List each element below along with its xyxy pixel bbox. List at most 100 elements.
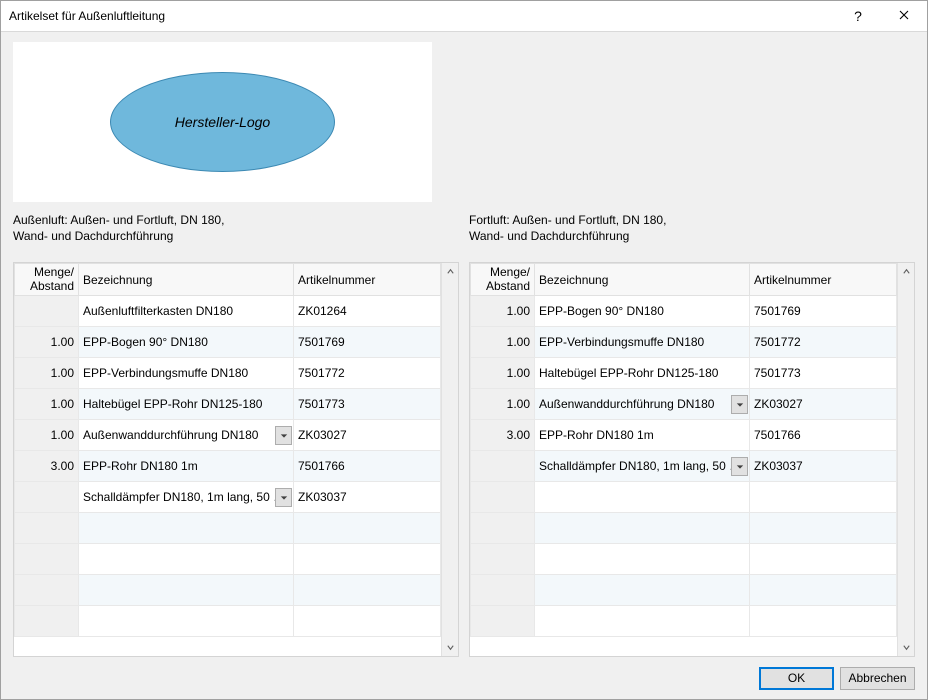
left-grid[interactable]: Menge/ Abstand Bezeichnung Artikelnummer… — [14, 263, 441, 656]
table-row[interactable]: 1.00Haltebügel EPP-Rohr DN125-1807501773 — [471, 358, 897, 389]
cell-menge[interactable] — [15, 606, 79, 637]
table-row[interactable] — [15, 606, 441, 637]
cell-artikelnummer[interactable] — [294, 606, 441, 637]
cell-bezeichnung[interactable]: EPP-Bogen 90° DN180 — [535, 296, 750, 327]
table-row[interactable]: Schalldämpfer DN180, 1m lang, 50 mm ...Z… — [15, 482, 441, 513]
cell-artikelnummer[interactable]: 7501773 — [294, 389, 441, 420]
cell-artikelnummer[interactable]: 7501766 — [750, 420, 897, 451]
cell-menge[interactable]: 1.00 — [15, 358, 79, 389]
table-row[interactable]: 1.00EPP-Bogen 90° DN1807501769 — [15, 327, 441, 358]
cell-menge[interactable]: 1.00 — [471, 296, 535, 327]
cell-bezeichnung[interactable]: EPP-Verbindungsmuffe DN180 — [535, 327, 750, 358]
cell-menge[interactable] — [471, 451, 535, 482]
table-row[interactable]: 3.00EPP-Rohr DN180 1m7501766 — [471, 420, 897, 451]
table-row[interactable] — [15, 575, 441, 606]
cell-artikelnummer[interactable] — [750, 575, 897, 606]
table-row[interactable]: 1.00EPP-Verbindungsmuffe DN1807501772 — [471, 327, 897, 358]
cell-bezeichnung[interactable] — [535, 606, 750, 637]
left-scrollbar[interactable] — [441, 263, 458, 656]
cell-artikelnummer[interactable]: 7501769 — [750, 296, 897, 327]
table-row[interactable]: Schalldämpfer DN180, 1m lang, 50 mm ...Z… — [471, 451, 897, 482]
cell-menge[interactable]: 1.00 — [471, 389, 535, 420]
cell-bezeichnung[interactable] — [79, 575, 294, 606]
cell-artikelnummer[interactable]: 7501769 — [294, 327, 441, 358]
cell-artikelnummer[interactable]: ZK01264 — [294, 296, 441, 327]
cell-bezeichnung[interactable]: Außenluftfilterkasten DN180 — [79, 296, 294, 327]
cell-artikelnummer[interactable] — [750, 544, 897, 575]
table-row[interactable]: 1.00EPP-Bogen 90° DN1807501769 — [471, 296, 897, 327]
cell-menge[interactable] — [15, 482, 79, 513]
table-row[interactable] — [471, 606, 897, 637]
cell-bezeichnung[interactable]: EPP-Verbindungsmuffe DN180 — [79, 358, 294, 389]
cell-bezeichnung[interactable]: Außenwanddurchführung DN180 — [79, 420, 294, 451]
cell-artikelnummer[interactable]: ZK03027 — [294, 420, 441, 451]
cell-menge[interactable]: 1.00 — [471, 358, 535, 389]
table-row[interactable] — [471, 544, 897, 575]
table-row[interactable] — [15, 544, 441, 575]
right-header-art[interactable]: Artikelnummer — [750, 264, 897, 296]
table-row[interactable] — [471, 575, 897, 606]
cell-menge[interactable] — [471, 544, 535, 575]
cell-bezeichnung[interactable] — [79, 606, 294, 637]
scroll-up-button[interactable] — [442, 263, 458, 280]
cell-menge[interactable] — [471, 606, 535, 637]
cell-menge[interactable] — [471, 513, 535, 544]
table-row[interactable] — [471, 482, 897, 513]
cell-artikelnummer[interactable] — [294, 544, 441, 575]
cell-menge[interactable]: 1.00 — [471, 327, 535, 358]
cell-bezeichnung[interactable]: Schalldämpfer DN180, 1m lang, 50 mm ... — [79, 482, 294, 513]
cell-menge[interactable]: 3.00 — [471, 420, 535, 451]
scroll-down-button[interactable] — [442, 639, 458, 656]
table-row[interactable]: Außenluftfilterkasten DN180ZK01264 — [15, 296, 441, 327]
dropdown-button[interactable] — [275, 488, 292, 507]
cell-bezeichnung[interactable]: EPP-Rohr DN180 1m — [79, 451, 294, 482]
dropdown-button[interactable] — [275, 426, 292, 445]
scroll-track[interactable] — [898, 280, 914, 639]
ok-button[interactable]: OK — [759, 667, 834, 690]
cell-menge[interactable]: 1.00 — [15, 327, 79, 358]
cell-bezeichnung[interactable]: Außenwanddurchführung DN180 — [535, 389, 750, 420]
table-row[interactable]: 1.00Haltebügel EPP-Rohr DN125-1807501773 — [15, 389, 441, 420]
cell-artikelnummer[interactable] — [294, 513, 441, 544]
cell-artikelnummer[interactable] — [750, 482, 897, 513]
scroll-up-button[interactable] — [898, 263, 914, 280]
table-row[interactable]: 1.00Außenwanddurchführung DN180ZK03027 — [15, 420, 441, 451]
scroll-track[interactable] — [442, 280, 458, 639]
cell-bezeichnung[interactable]: Haltebügel EPP-Rohr DN125-180 — [535, 358, 750, 389]
cell-artikelnummer[interactable] — [750, 513, 897, 544]
cell-artikelnummer[interactable] — [750, 606, 897, 637]
right-header-bez[interactable]: Bezeichnung — [535, 264, 750, 296]
cell-menge[interactable] — [15, 296, 79, 327]
cell-artikelnummer[interactable]: 7501766 — [294, 451, 441, 482]
cell-bezeichnung[interactable]: Haltebügel EPP-Rohr DN125-180 — [79, 389, 294, 420]
cell-bezeichnung[interactable]: EPP-Rohr DN180 1m — [535, 420, 750, 451]
cell-bezeichnung[interactable] — [535, 575, 750, 606]
right-scrollbar[interactable] — [897, 263, 914, 656]
cell-bezeichnung[interactable] — [79, 513, 294, 544]
cell-menge[interactable] — [15, 575, 79, 606]
scroll-down-button[interactable] — [898, 639, 914, 656]
left-header-menge[interactable]: Menge/ Abstand — [15, 264, 79, 296]
cell-bezeichnung[interactable]: EPP-Bogen 90° DN180 — [79, 327, 294, 358]
table-row[interactable]: 1.00Außenwanddurchführung DN180ZK03027 — [471, 389, 897, 420]
help-button[interactable]: ? — [835, 1, 881, 32]
close-button[interactable] — [881, 1, 927, 32]
right-header-menge[interactable]: Menge/ Abstand — [471, 264, 535, 296]
table-row[interactable] — [15, 513, 441, 544]
table-row[interactable]: 1.00EPP-Verbindungsmuffe DN1807501772 — [15, 358, 441, 389]
right-grid[interactable]: Menge/ Abstand Bezeichnung Artikelnummer… — [470, 263, 897, 656]
cell-artikelnummer[interactable]: ZK03027 — [750, 389, 897, 420]
cell-artikelnummer[interactable]: ZK03037 — [750, 451, 897, 482]
cell-menge[interactable] — [471, 575, 535, 606]
cell-artikelnummer[interactable]: 7501773 — [750, 358, 897, 389]
dropdown-button[interactable] — [731, 395, 748, 414]
dropdown-button[interactable] — [731, 457, 748, 476]
cell-menge[interactable] — [15, 513, 79, 544]
cancel-button[interactable]: Abbrechen — [840, 667, 915, 690]
cell-menge[interactable] — [471, 482, 535, 513]
left-header-art[interactable]: Artikelnummer — [294, 264, 441, 296]
cell-bezeichnung[interactable]: Schalldämpfer DN180, 1m lang, 50 mm ... — [535, 451, 750, 482]
cell-menge[interactable]: 1.00 — [15, 389, 79, 420]
cell-artikelnummer[interactable]: 7501772 — [750, 327, 897, 358]
cell-menge[interactable] — [15, 544, 79, 575]
